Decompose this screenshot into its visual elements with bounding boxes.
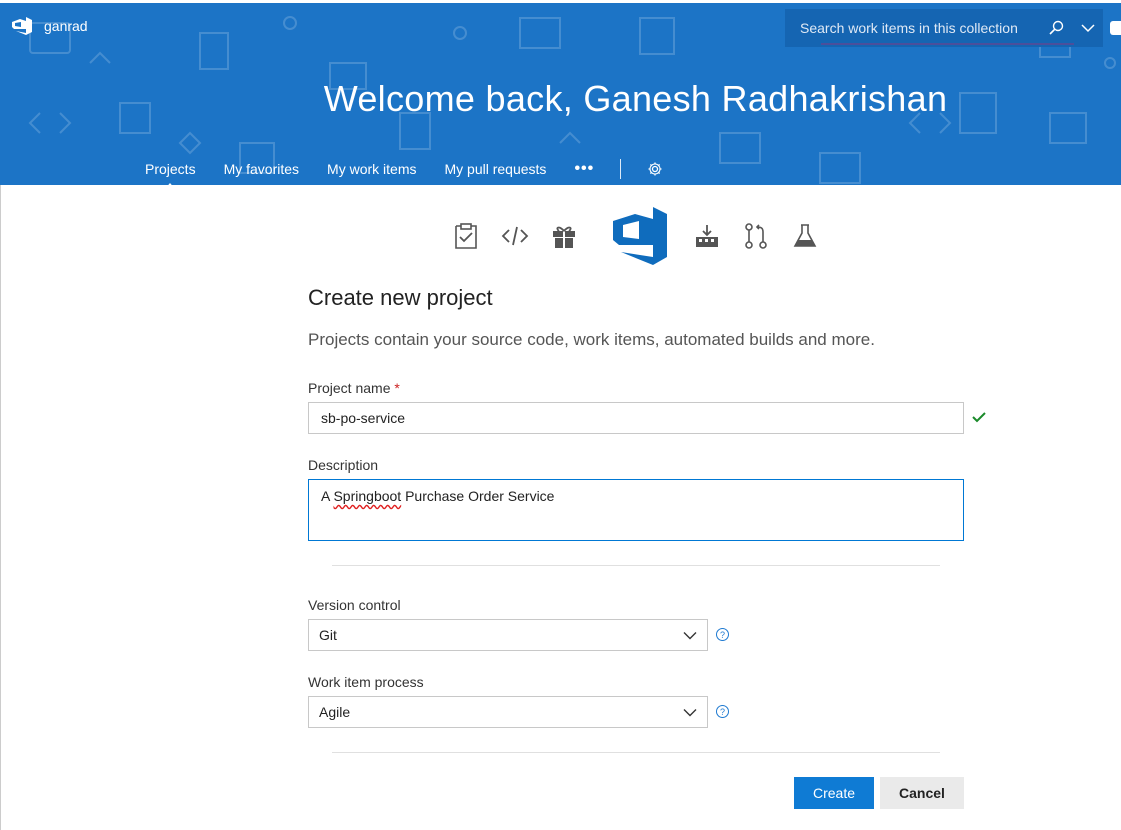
page-title: Create new project [308, 285, 493, 310]
chevron-down-icon [1081, 24, 1095, 33]
brand[interactable]: ganrad [12, 17, 88, 35]
settings-button[interactable] [647, 161, 663, 177]
gear-icon [648, 162, 662, 176]
nav-my-favorites[interactable]: My favorites [224, 161, 299, 177]
section-divider [332, 565, 940, 566]
org-name: ganrad [44, 18, 88, 34]
required-marker: * [394, 380, 400, 396]
nav-separator [620, 159, 622, 179]
section-divider [332, 752, 940, 753]
version-control-label: Version control [308, 597, 401, 613]
code-icon [499, 220, 531, 252]
welcome-heading: Welcome back, Ganesh Radhakrishan [323, 78, 948, 119]
work-item-process-select[interactable]: Agile [308, 696, 708, 728]
pull-request-icon [740, 220, 772, 252]
version-control-help-icon[interactable]: ? [716, 628, 729, 641]
chevron-down-icon [683, 631, 697, 639]
artifacts-gift-icon [548, 220, 580, 252]
description-label: Description [308, 457, 379, 473]
cancel-button[interactable]: Cancel [880, 777, 964, 809]
description-textarea[interactable]: A Springboot Purchase Order Service [308, 479, 964, 541]
search-button[interactable] [1039, 9, 1073, 47]
work-item-process-help-icon[interactable]: ? [716, 705, 729, 718]
page: ganrad Welcome back, Ganesh Radhakrishan… [0, 0, 1121, 830]
version-control-select[interactable]: Git [308, 619, 708, 651]
page-subtitle: Projects contain your source code, work … [308, 330, 875, 349]
work-item-process-value: Agile [319, 704, 351, 720]
search-underline [821, 43, 1074, 45]
service-icons-row [450, 207, 838, 265]
build-pipelines-icon [691, 220, 723, 252]
hub-nav: Projects My favorites My work items My p… [145, 159, 663, 185]
spellcheck-word: Springboot [333, 488, 402, 504]
nav-more-button[interactable]: ••• [574, 160, 594, 178]
header-banner: ganrad Welcome back, Ganesh Radhakrishan… [0, 0, 1121, 185]
search-icon [1049, 20, 1064, 35]
user-avatar[interactable] [1110, 21, 1121, 35]
left-border [0, 185, 1, 830]
nav-my-pull-requests[interactable]: My pull requests [445, 161, 547, 177]
vsts-brand-icon [12, 17, 32, 35]
project-name-label: Project name * [308, 380, 400, 396]
chevron-down-icon [683, 708, 697, 716]
test-flask-icon [789, 220, 821, 252]
vsts-logo-icon [611, 207, 671, 265]
create-button[interactable]: Create [794, 777, 874, 809]
valid-check-icon [972, 410, 986, 428]
search-input[interactable] [785, 9, 1039, 47]
search-options-button[interactable] [1073, 9, 1103, 47]
nav-my-work-items[interactable]: My work items [327, 161, 416, 177]
boards-icon [450, 220, 482, 252]
version-control-value: Git [319, 627, 337, 643]
work-item-process-label: Work item process [308, 674, 424, 690]
search-box [785, 9, 1103, 47]
nav-projects[interactable]: Projects [145, 161, 196, 185]
project-name-input[interactable] [308, 402, 964, 434]
